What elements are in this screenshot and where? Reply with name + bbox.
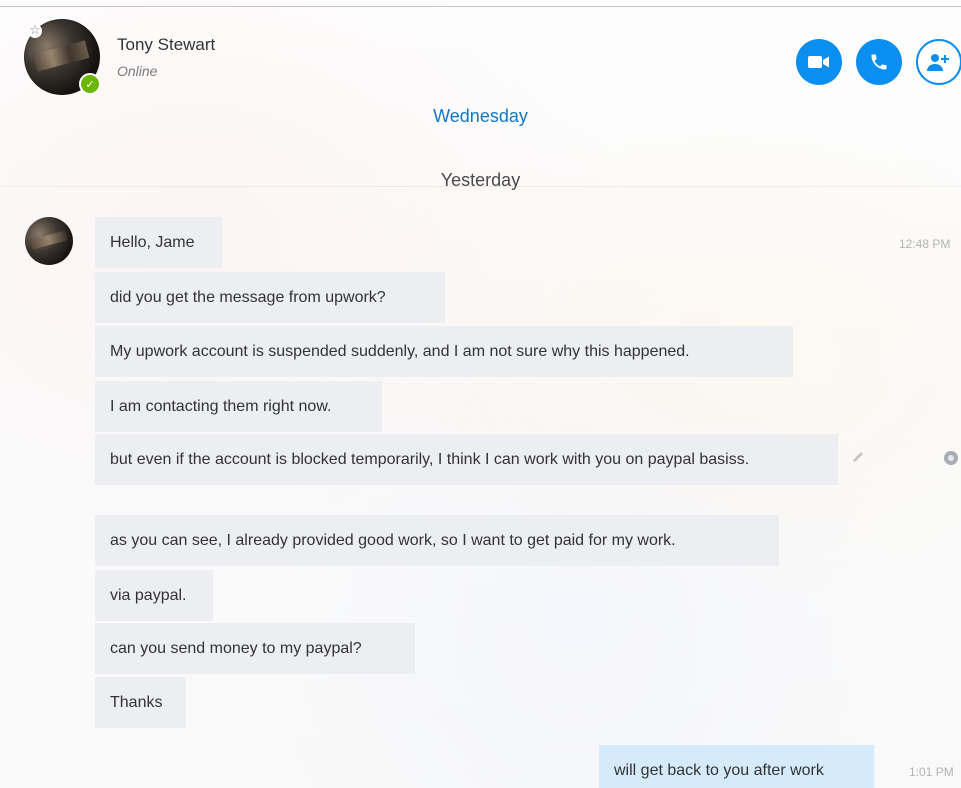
sender-avatar[interactable] [25, 217, 73, 265]
add-person-icon [927, 54, 949, 71]
star-icon[interactable]: ☆ [28, 24, 42, 38]
message-bubble[interactable]: did you get the message from upwork? [95, 272, 445, 323]
outgoing-timestamp: 1:01 PM [909, 765, 954, 779]
message-bubble[interactable]: My upwork account is suspended suddenly,… [95, 326, 793, 377]
message-bubble[interactable]: can you send money to my paypal? [95, 623, 415, 674]
message-status-icon [944, 451, 958, 465]
call-actions [796, 39, 961, 85]
video-camera-icon [808, 56, 829, 68]
online-presence-icon: ✓ [79, 73, 101, 95]
contact-name[interactable]: Tony Stewart [117, 35, 215, 55]
video-call-button[interactable] [796, 39, 842, 85]
conversation-header: ✓ ☆ Tony Stewart Online [0, 7, 961, 97]
outgoing-message-bubble[interactable]: will get back to you after work [599, 745, 874, 788]
pencil-icon [853, 452, 863, 462]
message-timestamp: 12:48 PM [899, 237, 951, 251]
audio-call-button[interactable] [856, 39, 902, 85]
divider [0, 186, 961, 187]
edit-pencil-icon[interactable] [851, 450, 865, 464]
message-bubble[interactable]: Thanks [95, 677, 186, 728]
phone-icon [871, 54, 887, 70]
message-bubble[interactable]: as you can see, I already provided good … [95, 515, 779, 566]
add-people-button[interactable] [916, 39, 961, 85]
message-bubble[interactable]: I am contacting them right now. [95, 381, 382, 432]
day-separator-wednesday[interactable]: Wednesday [0, 106, 961, 127]
contact-status: Online [117, 63, 158, 79]
chat-window: ✓ ☆ Tony Stewart Online Wednesday Yester… [0, 0, 961, 788]
message-bubble[interactable]: via paypal. [95, 570, 213, 621]
message-bubble[interactable]: Hello, Jame [95, 217, 222, 268]
day-separator-yesterday: Yesterday [440, 170, 521, 190]
message-bubble[interactable]: but even if the account is blocked tempo… [95, 434, 838, 485]
